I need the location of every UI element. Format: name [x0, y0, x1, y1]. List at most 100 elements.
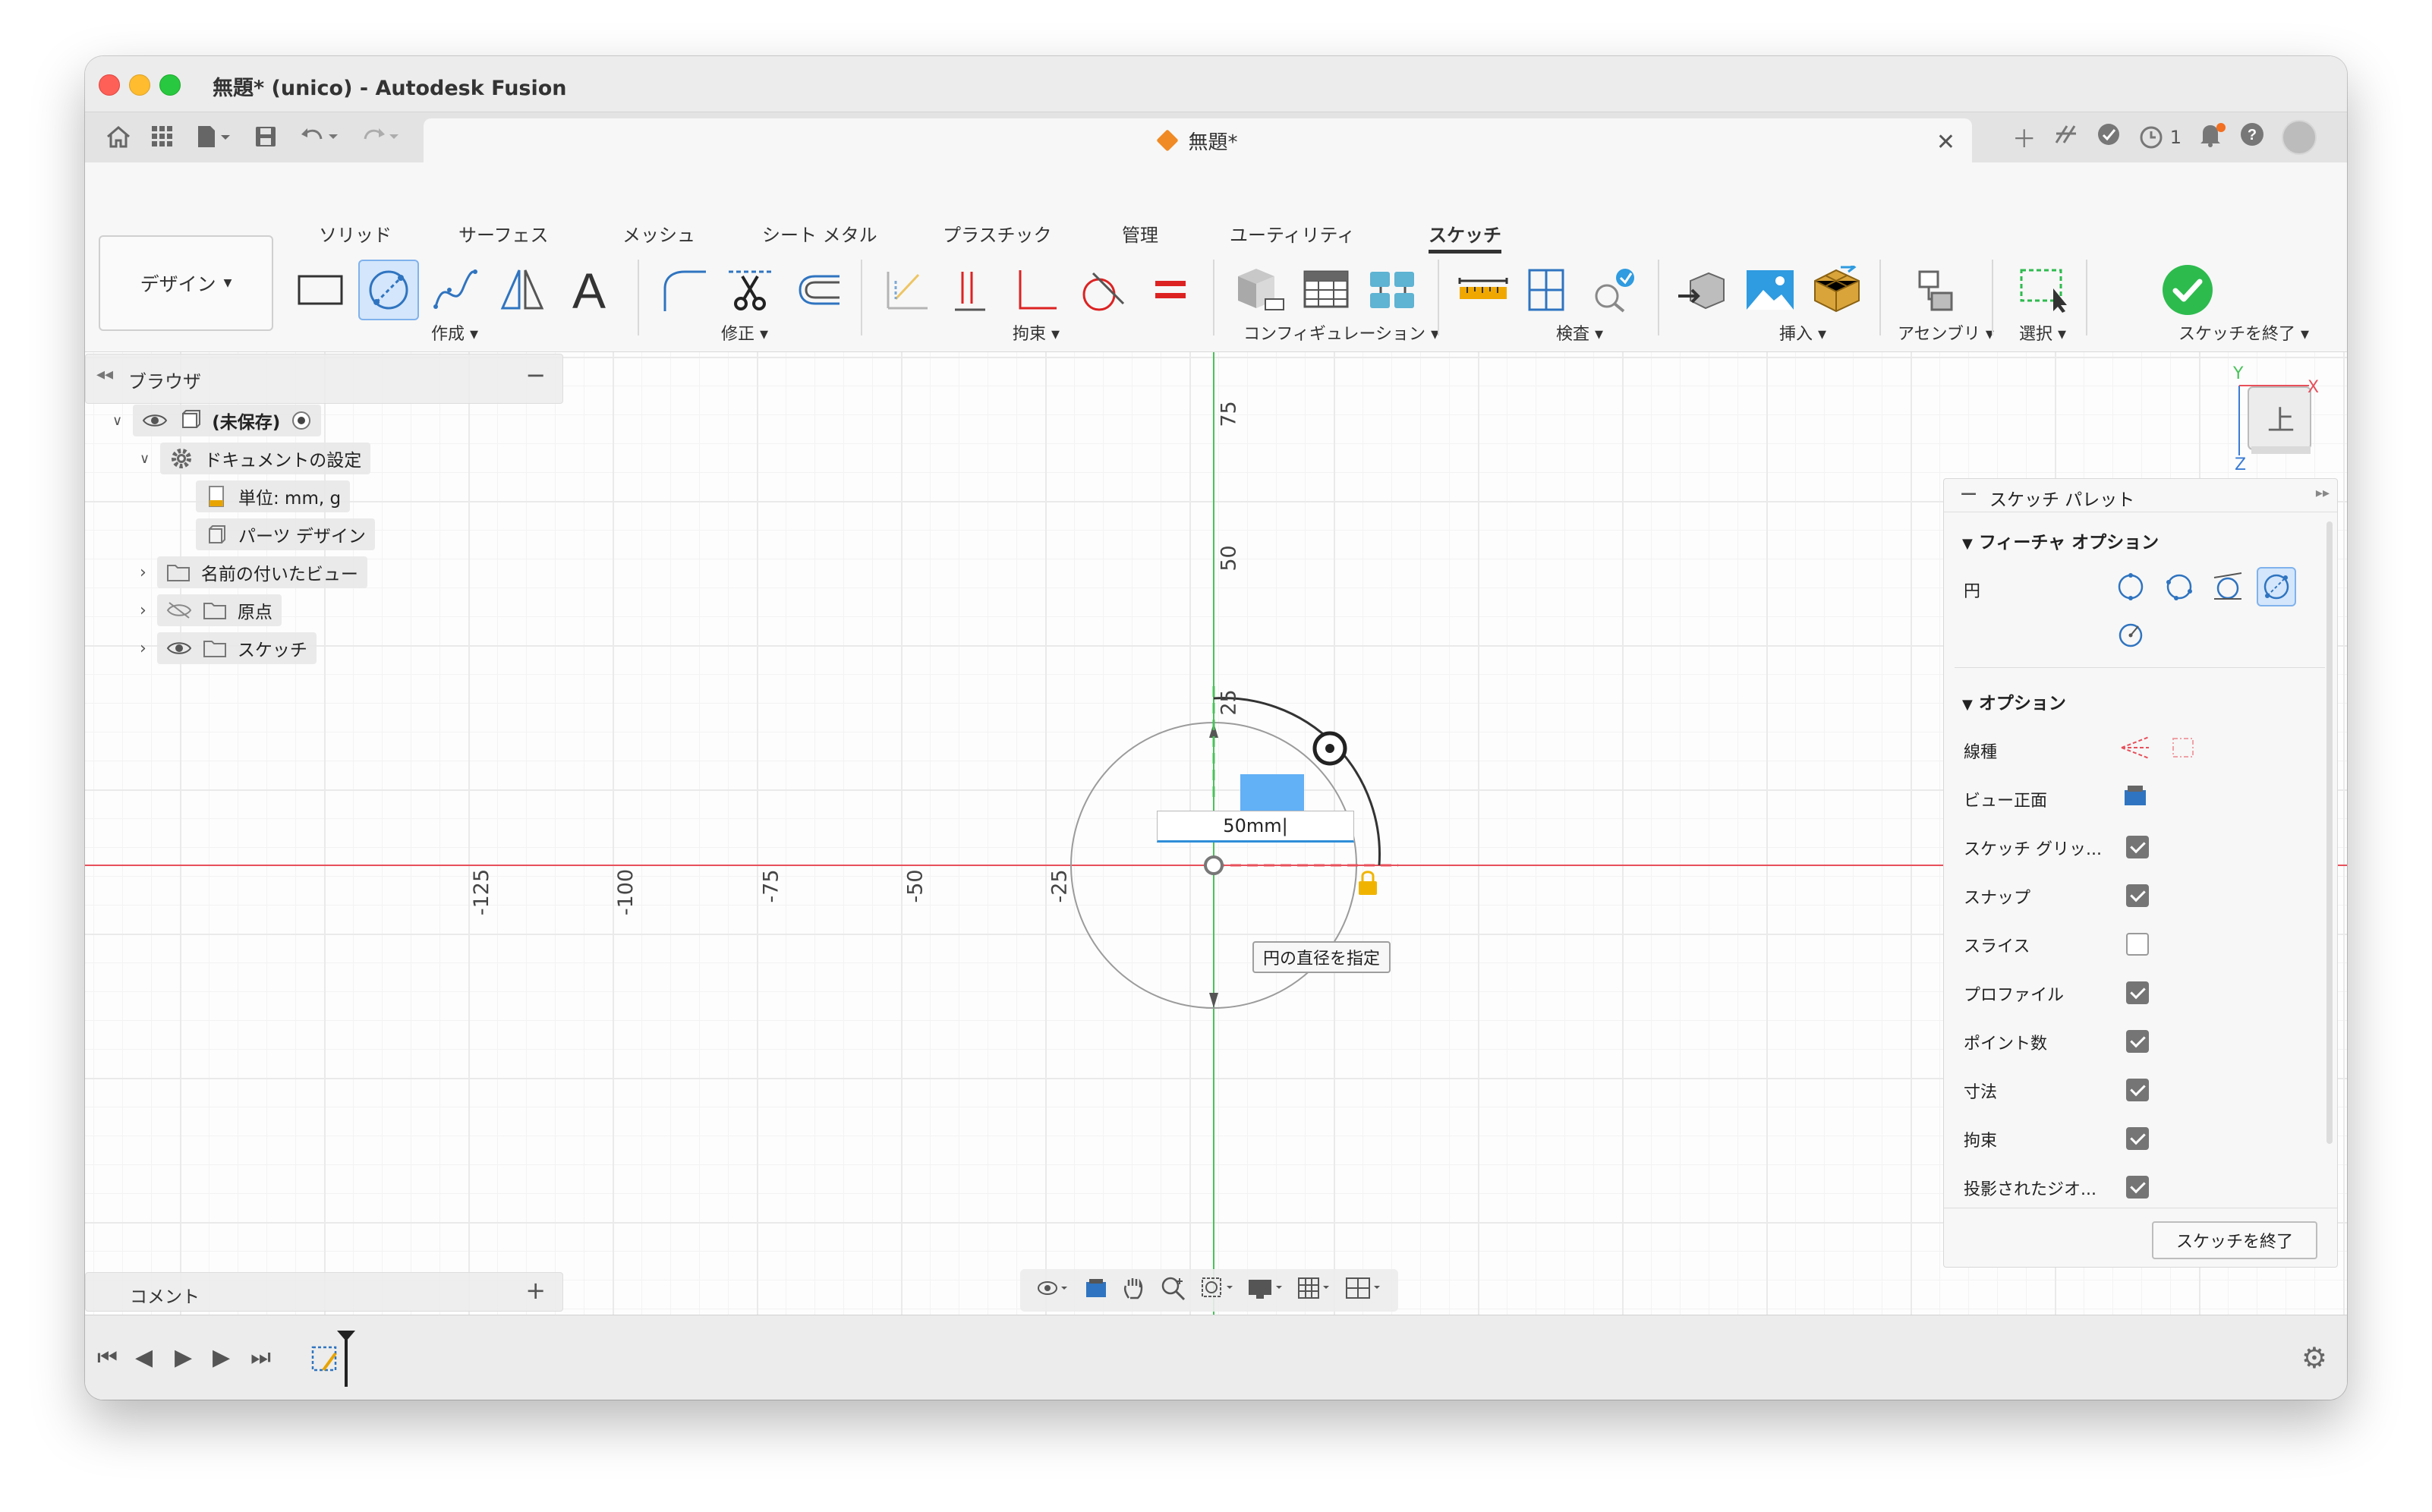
palette-scrollbar[interactable] [2326, 521, 2333, 1144]
configuration-rules-icon[interactable] [1363, 260, 1424, 320]
select-window-icon[interactable] [2013, 260, 2074, 320]
parallel-constraint-icon[interactable] [940, 260, 1000, 320]
perpendicular-constraint-icon[interactable] [1005, 260, 1066, 320]
tree-row-origin[interactable]: › 原点 [140, 594, 282, 627]
eye-hidden-icon[interactable] [166, 601, 192, 619]
select-group-label[interactable]: 選択 ▾ [2019, 320, 2066, 345]
grid-settings-icon[interactable] [1297, 1275, 1332, 1306]
minimize-window-button[interactable] [129, 74, 150, 96]
chevron-right-icon[interactable]: › [140, 563, 146, 582]
measure-tool-icon[interactable] [1453, 260, 1514, 320]
assemble-group-label[interactable]: アセンブリ ▾ [1898, 320, 1994, 345]
horizontal-vertical-constraint-icon[interactable] [876, 260, 937, 320]
tab-mesh[interactable]: メッシュ [622, 220, 695, 247]
activate-radio-icon[interactable] [291, 410, 312, 431]
undo-icon[interactable] [298, 121, 343, 152]
snap-checkbox[interactable] [2126, 884, 2149, 907]
configuration-table-icon[interactable] [1296, 260, 1357, 320]
help-icon[interactable]: ? [2239, 121, 2265, 153]
zoom-icon[interactable] [1160, 1275, 1187, 1306]
create-group-label[interactable]: 作成 ▾ [431, 320, 478, 345]
trim-scissors-icon[interactable] [720, 260, 780, 320]
close-tab-icon[interactable]: ✕ [1936, 129, 1955, 156]
save-icon[interactable] [250, 121, 281, 152]
chevron-right-icon[interactable]: › [140, 601, 146, 620]
mirror-tool-icon[interactable] [492, 260, 553, 320]
constraints-checkbox[interactable] [2126, 1127, 2149, 1150]
tab-sketch[interactable]: スケッチ [1429, 220, 1501, 254]
insert-canvas-image-icon[interactable] [1740, 260, 1800, 320]
tab-utilities[interactable]: ユーティリティ [1230, 220, 1355, 247]
dimensions-checkbox[interactable] [2126, 1079, 2149, 1101]
insert-mesh-icon[interactable] [1807, 260, 1867, 320]
chevron-down-icon[interactable]: ∨ [140, 451, 150, 467]
assemble-joint-icon[interactable] [1905, 260, 1966, 320]
center-diameter-circle-icon[interactable] [2111, 567, 2150, 606]
timeline-play-icon[interactable]: ▶ [175, 1344, 192, 1371]
points-checkbox[interactable] [2126, 1030, 2149, 1053]
viewports-icon[interactable] [1345, 1275, 1383, 1306]
radius-circle-icon[interactable] [2111, 614, 2150, 654]
center-point[interactable] [1204, 855, 1224, 875]
timeline-start-icon[interactable]: ⏮ [97, 1344, 118, 1371]
collapse-palette-icon[interactable]: − [1959, 480, 1978, 507]
pan-hand-icon[interactable] [1121, 1275, 1147, 1306]
timeline-end-icon[interactable]: ⏭ [250, 1344, 271, 1371]
chevron-down-icon[interactable]: ∨ [112, 413, 122, 429]
tab-sheet-metal[interactable]: シート メタル [762, 220, 877, 247]
options-section[interactable]: ▼ オプション [1962, 688, 2066, 714]
minimize-browser-icon[interactable]: − [525, 361, 546, 389]
online-status-icon[interactable] [2096, 121, 2122, 153]
offset-tool-icon[interactable] [786, 260, 847, 320]
interference-tool-icon[interactable] [1518, 260, 1579, 320]
curvature-analysis-icon[interactable] [1583, 260, 1644, 320]
document-tab[interactable]: 無題* ✕ [424, 118, 1972, 162]
add-comment-icon[interactable]: + [525, 1276, 546, 1305]
finish-sketch-button[interactable]: スケッチを終了 [2152, 1221, 2317, 1259]
diameter-dimension-input[interactable]: 50mm | [1157, 811, 1354, 843]
redo-icon[interactable] [358, 121, 404, 152]
timeline-previous-icon[interactable]: ◀ [135, 1344, 153, 1371]
close-window-button[interactable] [99, 74, 120, 96]
extensions-icon[interactable] [2053, 123, 2079, 152]
view-cube[interactable]: 上 Y X Z [2218, 364, 2319, 478]
notifications-bell-icon[interactable] [2198, 121, 2226, 153]
tree-row-named-views[interactable]: › 名前の付いたビュー [140, 556, 367, 589]
zoom-window-button[interactable] [159, 74, 181, 96]
expand-palette-icon[interactable]: ▸▸ [2316, 485, 2330, 501]
centerline-linetype-icon[interactable] [2164, 728, 2204, 767]
feature-options-section[interactable]: ▼ フィーチャ オプション [1962, 528, 2159, 553]
job-status[interactable]: 1 [2138, 124, 2182, 150]
comments-bar[interactable]: コメント + [85, 1272, 563, 1312]
orbit-icon[interactable] [1035, 1276, 1070, 1306]
look-at-icon[interactable] [1083, 1276, 1109, 1306]
projected-geometry-checkbox[interactable] [2126, 1176, 2149, 1199]
tree-row-units[interactable]: 単位: mm, g [196, 480, 351, 513]
constraints-group-label[interactable]: 拘束 ▾ [1013, 320, 1060, 345]
tab-surface[interactable]: サーフェス [458, 220, 549, 247]
tab-plastic[interactable]: プラスチック [943, 220, 1052, 247]
fit-view-icon[interactable] [1199, 1275, 1234, 1306]
configure-model-icon[interactable] [1230, 260, 1290, 320]
center-point-circle-icon[interactable] [2257, 567, 2296, 606]
tab-solid[interactable]: ソリッド [319, 220, 392, 247]
data-panel-grid-icon[interactable] [147, 121, 178, 152]
tangent-constraint-icon[interactable] [1072, 260, 1133, 320]
construction-linetype-icon[interactable] [2115, 728, 2155, 767]
finish-sketch-group-label[interactable]: スケッチを終了 ▾ [2178, 320, 2309, 345]
inspect-group-label[interactable]: 検査 ▾ [1556, 320, 1603, 345]
rectangle-tool-icon[interactable] [290, 260, 351, 320]
new-tab-plus-icon[interactable]: ＋ [2012, 120, 2037, 155]
spline-tool-icon[interactable] [425, 260, 486, 320]
tree-row-root[interactable]: ∨ (未保存) [112, 404, 322, 437]
eye-icon[interactable] [142, 412, 168, 429]
tab-manage[interactable]: 管理 [1122, 220, 1158, 247]
sketch-grid-checkbox[interactable] [2126, 836, 2149, 858]
circle-tool-icon[interactable] [358, 260, 419, 320]
file-menu-icon[interactable] [191, 121, 237, 152]
collapse-panel-icon[interactable]: ◂◂ [96, 365, 113, 384]
chevron-right-icon[interactable]: › [140, 639, 146, 658]
insert-group-label[interactable]: 挿入 ▾ [1779, 320, 1826, 345]
eye-icon[interactable] [166, 640, 192, 657]
timeline-next-icon[interactable]: ▶ [213, 1344, 230, 1371]
